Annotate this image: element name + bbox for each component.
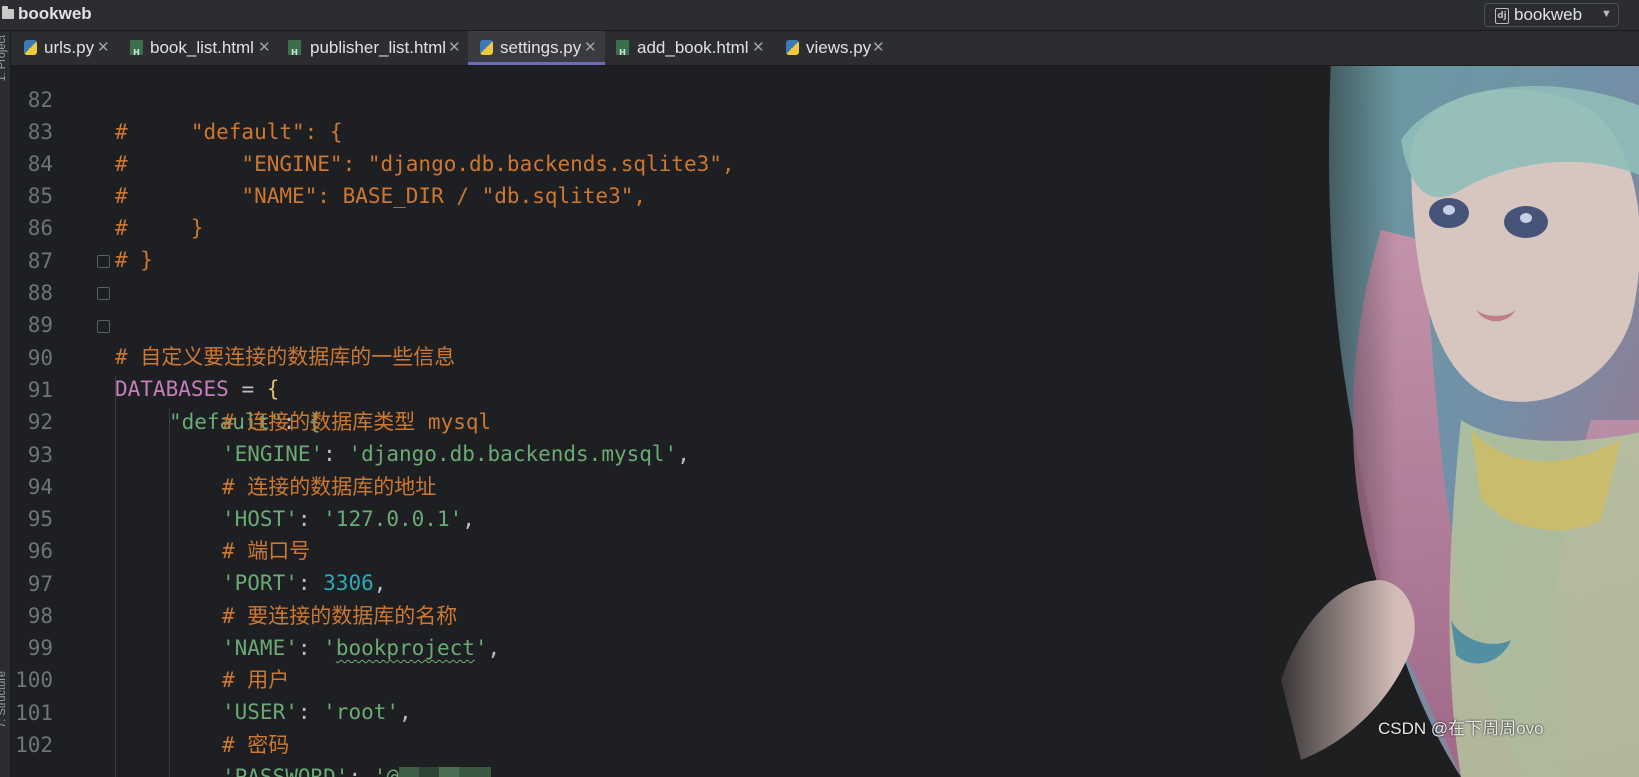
watermark: CSDN @在下周周ovo (1378, 719, 1544, 738)
close-icon[interactable]: ✕ (97, 31, 110, 65)
python-file-icon (786, 40, 799, 55)
code-line: 94 'HOST': '127.0.0.1', (11, 439, 1411, 531)
close-icon[interactable]: ✕ (752, 31, 765, 65)
code-line: 92 'ENGINE': 'django.db.backends.mysql', (11, 374, 1411, 466)
code-text: 'PASSWORD': '@ (222, 761, 492, 777)
tab-settings-py[interactable]: settings.py ✕ (468, 31, 605, 65)
line-number: 102 (15, 733, 53, 757)
tab-label: publisher_list.html (310, 38, 447, 57)
run-config-label: bookweb (1514, 5, 1583, 24)
tab-label: views.py (806, 38, 872, 57)
code-line: 100 'USER': 'root', (11, 632, 1411, 724)
code-line: 98 'NAME': 'bookproject', (11, 568, 1411, 660)
code-text: # 密码 (222, 733, 290, 757)
code-line: 83 # "ENGINE": "django.db.backends.sqlit… (11, 84, 1411, 176)
tab-label: book_list.html (150, 38, 254, 57)
html-file-icon (288, 40, 301, 57)
code-line: 93 # 连接的数据库的地址 (11, 407, 1411, 499)
title-bar: bookweb dj bookweb ▼ (0, 0, 1639, 31)
code-line: 101 # 密码 (11, 665, 1411, 757)
code-editor[interactable]: 82 # "default": { 83 # "ENGINE": "django… (11, 66, 1639, 777)
code-line: 85 # } (11, 148, 1411, 240)
tab-urls-py[interactable]: urls.py ✕ (20, 31, 118, 65)
code-line: 87 (11, 213, 1411, 273)
close-icon[interactable]: ✕ (448, 31, 461, 65)
tab-publisher-list-html[interactable]: publisher_list.html ✕ (284, 31, 464, 65)
fold-icon[interactable] (97, 255, 110, 268)
python-file-icon (24, 40, 37, 55)
code-line: 99 # 用户 (11, 600, 1411, 692)
code-line: 86 # } (11, 180, 1411, 272)
tab-label: urls.py (44, 38, 95, 57)
fold-icon[interactable] (97, 320, 110, 333)
structure-tool-button[interactable]: 7: Structure (0, 671, 8, 728)
code-line: 89 DATABASES = { (11, 277, 1411, 401)
code-line: 95 # 端口号 (11, 471, 1411, 563)
code-line: 88 # 自定义要连接的数据库的一些信息 (11, 245, 1411, 369)
tab-label: settings.py (500, 38, 582, 57)
close-icon[interactable]: ✕ (258, 31, 271, 65)
code-line: 102 'PASSWORD': '@ (11, 697, 1411, 777)
editor-tab-bar: urls.py ✕ book_list.html ✕ publisher_lis… (0, 31, 1639, 66)
project-tool-button[interactable]: 1: Project (0, 35, 8, 81)
left-tool-strip: 1: Project 7: Structure (0, 31, 11, 777)
close-icon[interactable]: ✕ (584, 31, 597, 65)
fold-icon[interactable] (97, 287, 110, 300)
run-config-dropdown[interactable]: dj bookweb ▼ (1484, 3, 1619, 27)
code-line: 82 # "default": { (11, 66, 1411, 144)
html-file-icon (130, 40, 143, 57)
html-file-icon (616, 40, 629, 57)
folder-icon (2, 6, 14, 19)
tab-views-py[interactable]: views.py ✕ (782, 31, 892, 65)
dict-value: '@ (373, 765, 400, 777)
code-line: 96 'PORT': 3306, (11, 503, 1411, 595)
redacted-password (399, 767, 492, 777)
code-line: 97 # 要连接的数据库的名称 (11, 536, 1411, 628)
tab-book-list-html[interactable]: book_list.html ✕ (126, 31, 278, 65)
project-name: bookweb (18, 4, 92, 23)
tab-add-book-html[interactable]: add_book.html ✕ (612, 31, 772, 65)
django-icon: dj (1495, 8, 1509, 24)
dict-key: 'PASSWORD' (222, 765, 349, 777)
tab-label: add_book.html (637, 38, 749, 57)
chevron-down-icon: ▼ (1601, 8, 1612, 20)
close-icon[interactable]: ✕ (872, 31, 885, 65)
python-file-icon (480, 40, 493, 55)
code-line: 91 # 连接的数据库类型 mysql (11, 342, 1411, 434)
code-line: 90 "default": { (11, 310, 1411, 434)
code-line: 84 # "NAME": BASE_DIR / "db.sqlite3", (11, 116, 1411, 208)
